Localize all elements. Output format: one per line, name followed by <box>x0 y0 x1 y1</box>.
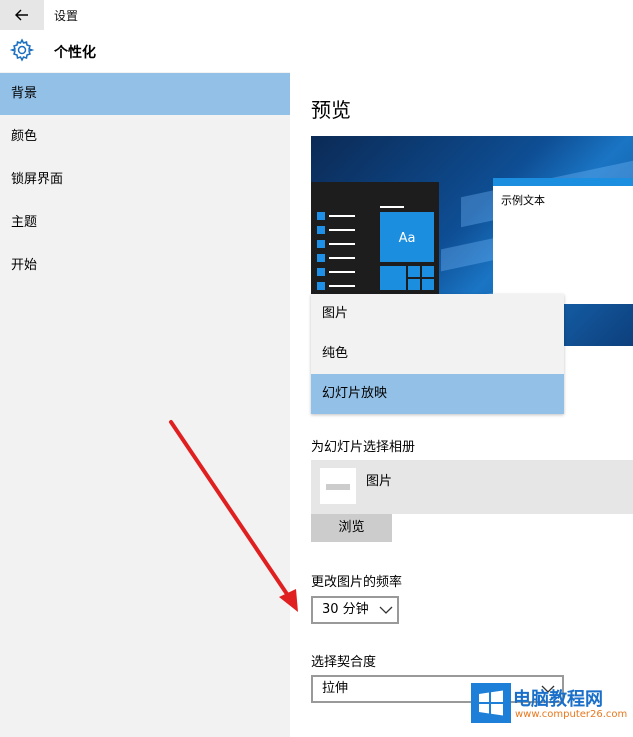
preview-sample-text: 示例文本 <box>501 194 545 207</box>
preview-tile: Aa <box>380 212 434 262</box>
sidebar: 背景 颜色 锁屏界面 主题 开始 <box>0 72 290 737</box>
watermark-logo: 电脑教程网 www.computer26.com <box>471 683 633 737</box>
frequency-value: 30 分钟 <box>322 602 369 617</box>
sidebar-item-lockscreen[interactable]: 锁屏界面 <box>0 159 290 201</box>
page-header: 个性化 <box>0 30 633 72</box>
windows-logo-icon <box>471 683 511 723</box>
sidebar-item-color[interactable]: 颜色 <box>0 116 290 158</box>
watermark-url: www.computer26.com <box>515 709 628 720</box>
page-title: 个性化 <box>54 45 96 61</box>
browse-button[interactable]: 浏览 <box>311 514 392 542</box>
chevron-down-icon <box>379 606 393 614</box>
back-button[interactable] <box>0 0 44 30</box>
album-name: 图片 <box>366 474 393 489</box>
frequency-label: 更改图片的频率 <box>311 575 403 590</box>
main-content: 预览 Aa 示例文本 图片 纯色 幻灯片放映 为幻灯片选择相册 图片 浏览 更改… <box>290 72 633 737</box>
sidebar-item-theme[interactable]: 主题 <box>0 202 290 244</box>
frequency-select[interactable]: 30 分钟 <box>311 596 399 624</box>
album-thumbnail <box>320 468 356 504</box>
preview-heading: 预览 <box>311 98 351 122</box>
sidebar-item-start[interactable]: 开始 <box>0 245 290 287</box>
album-label: 为幻灯片选择相册 <box>311 440 416 455</box>
sidebar-item-background[interactable]: 背景 <box>0 73 290 115</box>
dropdown-option-picture[interactable]: 图片 <box>311 294 564 334</box>
back-arrow-icon <box>15 9 28 21</box>
dropdown-option-slideshow[interactable]: 幻灯片放映 <box>311 374 564 414</box>
album-item[interactable]: 图片 <box>311 460 633 514</box>
title-bar: 设置 <box>0 0 633 30</box>
gear-icon <box>10 38 34 62</box>
fit-label: 选择契合度 <box>311 655 377 670</box>
window-title: 设置 <box>54 9 79 23</box>
watermark-brand: 电脑教程网 <box>513 689 603 710</box>
preview-sample-window: 示例文本 <box>493 178 633 304</box>
dropdown-option-solid-color[interactable]: 纯色 <box>311 334 564 374</box>
fit-value: 拉伸 <box>322 681 349 696</box>
background-type-dropdown[interactable]: 图片 纯色 幻灯片放映 <box>311 294 564 414</box>
